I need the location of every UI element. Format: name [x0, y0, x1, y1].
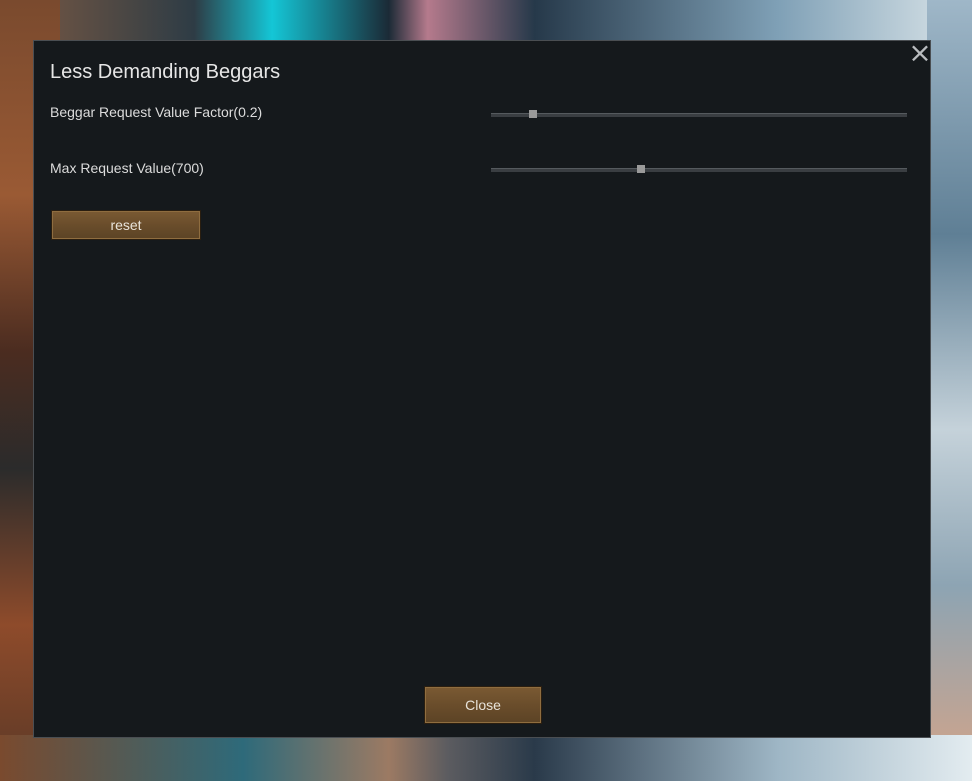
max-request-value-slider[interactable] — [491, 165, 907, 173]
mod-settings-dialog: × Less Demanding Beggars Beggar Request … — [33, 39, 932, 738]
slider-handle[interactable] — [528, 110, 537, 118]
beggar-request-factor-slider[interactable] — [491, 110, 907, 118]
background-art-top — [0, 0, 972, 45]
close-button[interactable]: Close — [424, 686, 542, 724]
dialog-title: Less Demanding Beggars — [50, 61, 281, 83]
background-art-right — [927, 0, 972, 781]
background-art-bottom — [0, 735, 972, 781]
slider-handle[interactable] — [636, 165, 645, 173]
close-icon[interactable]: × — [908, 39, 932, 67]
reset-button[interactable]: reset — [51, 210, 201, 240]
beggar-request-factor-label: Beggar Request Value Factor(0.2) — [50, 104, 263, 120]
max-request-value-label: Max Request Value(700) — [50, 160, 204, 176]
